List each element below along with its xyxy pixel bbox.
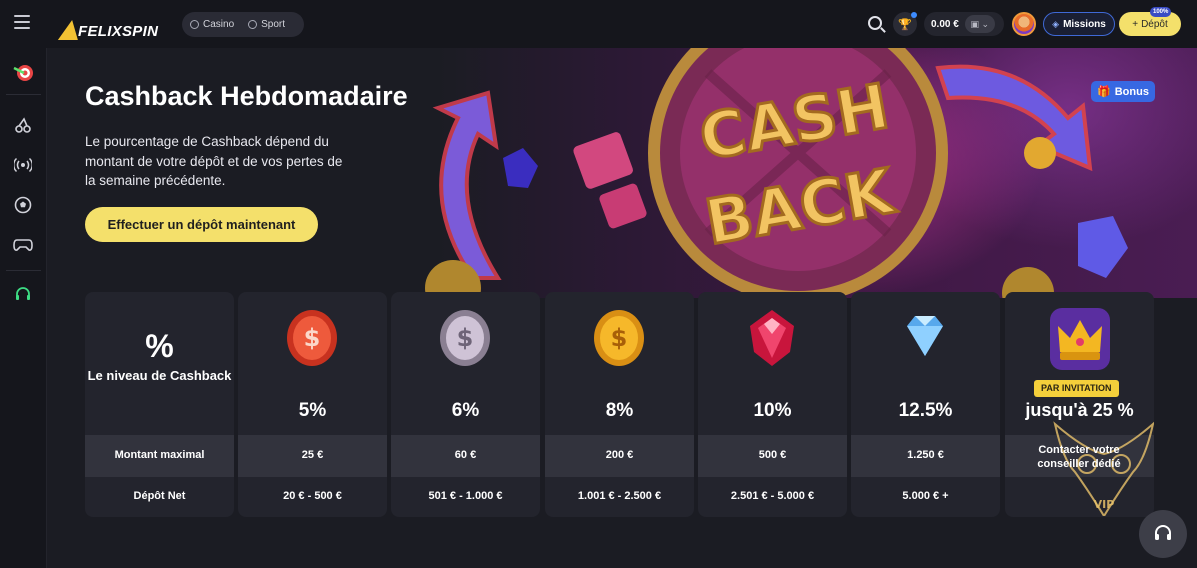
deposit-now-button[interactable]: Effectuer un dépôt maintenant (85, 207, 318, 242)
hero-banner: CASH BACK Cashback Hebdomadaire Le pourc… (48, 48, 1197, 298)
vip-column: PAR INVITATION jusqu'à 25 % VIP Contacte… (1005, 292, 1154, 517)
cashback-percent: 5% (298, 400, 327, 421)
nav-sport-label: Sport (261, 19, 286, 30)
avatar[interactable] (1012, 12, 1036, 36)
svg-text:$: $ (304, 324, 321, 352)
net-deposit-value: 2.501 € - 5.000 € (730, 490, 815, 502)
missions-label: Missions (1063, 18, 1106, 30)
net-deposit-value: 501 € - 1.000 € (428, 490, 503, 502)
level-column-3: $ 8% 200 € 1.001 € - 2.500 € (545, 292, 694, 517)
gift-icon: ▣ (970, 18, 980, 29)
logo[interactable]: FELIXSPIN (57, 10, 159, 40)
logo-text: FELIXSPIN (78, 23, 159, 40)
ruby-icon (750, 310, 794, 366)
balance-display[interactable]: 0.00 € ▣ ⌄ (924, 12, 1004, 36)
gift-icon: 🎁 (1097, 86, 1111, 98)
gamepad-icon: ◈ (1052, 18, 1060, 29)
level-column-2: $ 6% 60 € 501 € - 1.000 € (391, 292, 540, 517)
invitation-badge: PAR INVITATION (1034, 380, 1119, 397)
football-icon[interactable] (12, 194, 34, 216)
red-coin-icon: $ (287, 310, 337, 366)
level-column-5: 12.5% 1.250 € 5.000 € + (851, 292, 1000, 517)
nav-sport[interactable]: Sport (248, 19, 285, 30)
bonus-button[interactable]: 🎁 Bonus (1091, 81, 1155, 102)
contact-advisor-link[interactable]: Contacter votre conseiller dédié (1019, 443, 1139, 471)
top-bar: FELIXSPIN Casino Sport 🏆 0.00 € ▣ ⌄ ◈ Mi… (0, 0, 1197, 48)
level-column-1: $ 5% 25 € 20 € - 500 € (238, 292, 387, 517)
cashback-percent: 12.5% (898, 400, 953, 421)
cashback-illustration: CASH BACK (425, 48, 1128, 298)
cashback-percent: 8% (605, 400, 634, 421)
logo-mark-icon (57, 20, 83, 40)
trophy-icon[interactable]: 🏆 (893, 12, 917, 36)
gold-coin-icon: $ (594, 310, 644, 366)
svg-text:$: $ (611, 324, 628, 352)
sport-icon (248, 20, 258, 29)
depot-label: Dépôt (1141, 18, 1168, 30)
cashback-percent: 6% (451, 400, 480, 421)
net-deposit-value: 5.000 € + (902, 490, 949, 502)
plus-icon: + (1132, 18, 1139, 30)
sidebar-divider (6, 94, 41, 95)
max-amount-value: 25 € (301, 449, 324, 461)
nav-casino-label: Casino (203, 19, 235, 30)
max-amount-label: Montant maximal (114, 449, 205, 461)
crown-icon (1050, 308, 1110, 370)
percent-symbol: % (145, 328, 174, 364)
net-deposit-value: 1.001 € - 2.500 € (577, 490, 662, 502)
net-deposit-label: Dépôt Net (133, 490, 186, 502)
search-icon[interactable] (868, 16, 882, 30)
table-header-column: % Le niveau de Cashback Montant maximal … (85, 292, 234, 517)
svg-text:$: $ (457, 324, 474, 352)
headset-icon (1155, 525, 1171, 540)
live-icon[interactable] (12, 154, 34, 176)
balance-value: 0.00 € (931, 18, 959, 30)
nav-casino[interactable]: Casino (190, 19, 234, 30)
max-amount-value: 200 € (605, 449, 634, 461)
max-amount-value: 1.250 € (907, 449, 944, 461)
menu-icon[interactable] (14, 15, 30, 29)
chevron-down-icon: ⌄ (981, 18, 990, 29)
max-amount-value: 500 € (758, 449, 787, 461)
depot-bonus-badge: 100% (1150, 7, 1172, 17)
level-column-4: 10% 500 € 2.501 € - 5.000 € (698, 292, 847, 517)
missions-button[interactable]: ◈ Missions (1043, 12, 1115, 36)
sidebar (0, 48, 47, 568)
vip-mark-text: VIP (1094, 498, 1115, 511)
max-amount-value: 60 € (454, 449, 477, 461)
bonus-label: Bonus (1114, 85, 1149, 98)
wallet-dropdown[interactable]: ▣ ⌄ (964, 15, 995, 33)
diamond-icon (907, 316, 943, 356)
cashback-percent: 10% (753, 400, 792, 421)
hero-description: Le pourcentage de Cashback dépend du mon… (85, 134, 343, 188)
page-title: Cashback Hebdomadaire (85, 81, 408, 111)
cherries-icon[interactable] (12, 114, 34, 136)
support-headset-icon[interactable] (12, 284, 34, 306)
depot-button[interactable]: + Dépôt (1119, 12, 1181, 36)
main-nav: Casino Sport (182, 12, 304, 37)
net-deposit-value: 20 € - 500 € (283, 490, 342, 502)
cashback-level-label: Le niveau de Cashback (87, 368, 232, 383)
sidebar-divider (6, 270, 41, 271)
support-chat-button[interactable] (1139, 510, 1187, 558)
gamepad-icon[interactable] (12, 234, 34, 256)
vip-percent: jusqu'à 25 % (1025, 400, 1134, 420)
silver-coin-icon: $ (440, 310, 490, 366)
target-icon[interactable] (12, 62, 34, 84)
casino-icon (190, 20, 199, 29)
